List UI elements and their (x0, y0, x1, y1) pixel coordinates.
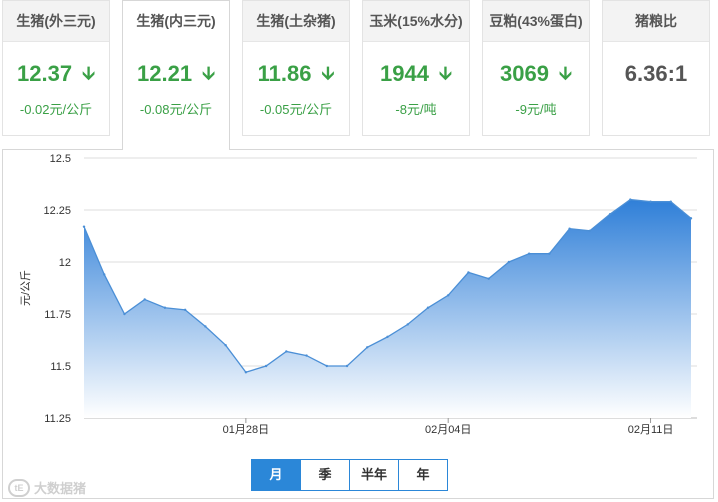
y-tick-label: 12 (59, 257, 71, 269)
data-point (487, 277, 490, 280)
data-point (649, 200, 652, 203)
watermark-text: 大数据猪 (34, 481, 87, 496)
period-month-button[interactable]: 月 (252, 460, 300, 490)
watermark: tE 大数据猪 (8, 478, 86, 497)
data-point (366, 346, 369, 349)
watermark-logo-icon: tE (8, 478, 30, 497)
y-axis-label: 元/公斤 (19, 270, 32, 306)
data-point (103, 273, 106, 276)
data-point (629, 198, 632, 201)
tab-title: 生猪(内三元) (123, 1, 229, 42)
x-tick-label: 02月04日 (425, 424, 471, 436)
arrow-down-icon: 🡫 (202, 63, 215, 83)
data-point (82, 225, 86, 228)
period-half-year-button[interactable]: 半年 (349, 460, 398, 490)
period-quarter-button[interactable]: 季 (300, 460, 349, 490)
price-value: 12.21 🡫 (123, 61, 229, 91)
data-point (163, 306, 167, 309)
data-point (244, 371, 248, 374)
y-tick-label: 12.25 (43, 205, 71, 217)
data-point (426, 306, 430, 309)
data-point (305, 354, 308, 357)
data-point (386, 335, 389, 339)
y-tick-label: 12.5 (50, 153, 71, 165)
data-point (204, 325, 207, 328)
data-point (467, 271, 470, 274)
y-tick-label: 11.5 (50, 361, 71, 373)
data-point (345, 364, 349, 368)
period-selector: 月 季 半年 年 (251, 459, 448, 491)
tab-pig-inner[interactable]: 生猪(内三元) 12.21 🡫 -0.08元/公斤 (122, 0, 230, 150)
data-point (264, 364, 268, 368)
data-point (548, 252, 551, 255)
x-tick-label: 01月28日 (223, 424, 269, 436)
y-tick-label: 11.25 (44, 413, 71, 425)
data-point (527, 252, 531, 255)
price-change: -0.08元/公斤 (139, 102, 213, 117)
data-point (669, 200, 672, 203)
data-point (447, 294, 450, 297)
data-point (325, 364, 328, 368)
data-point (224, 344, 227, 347)
data-point (143, 298, 146, 301)
price-number: 12.21 (137, 61, 193, 86)
y-tick-label: 11.75 (44, 309, 71, 321)
data-point (285, 350, 288, 353)
price-chart: 12.5 12.25 12 11.75 11.5 11.25 01月28日 02月04日 02… (19, 153, 697, 436)
data-point (183, 308, 187, 312)
data-point (608, 212, 612, 216)
data-point (588, 229, 592, 232)
x-tick-label: 02月11日 (628, 424, 674, 436)
period-year-button[interactable]: 年 (398, 460, 447, 490)
data-point (689, 217, 693, 220)
data-point (406, 323, 409, 326)
data-point (568, 227, 571, 230)
data-point (123, 312, 126, 316)
data-point (507, 260, 511, 264)
